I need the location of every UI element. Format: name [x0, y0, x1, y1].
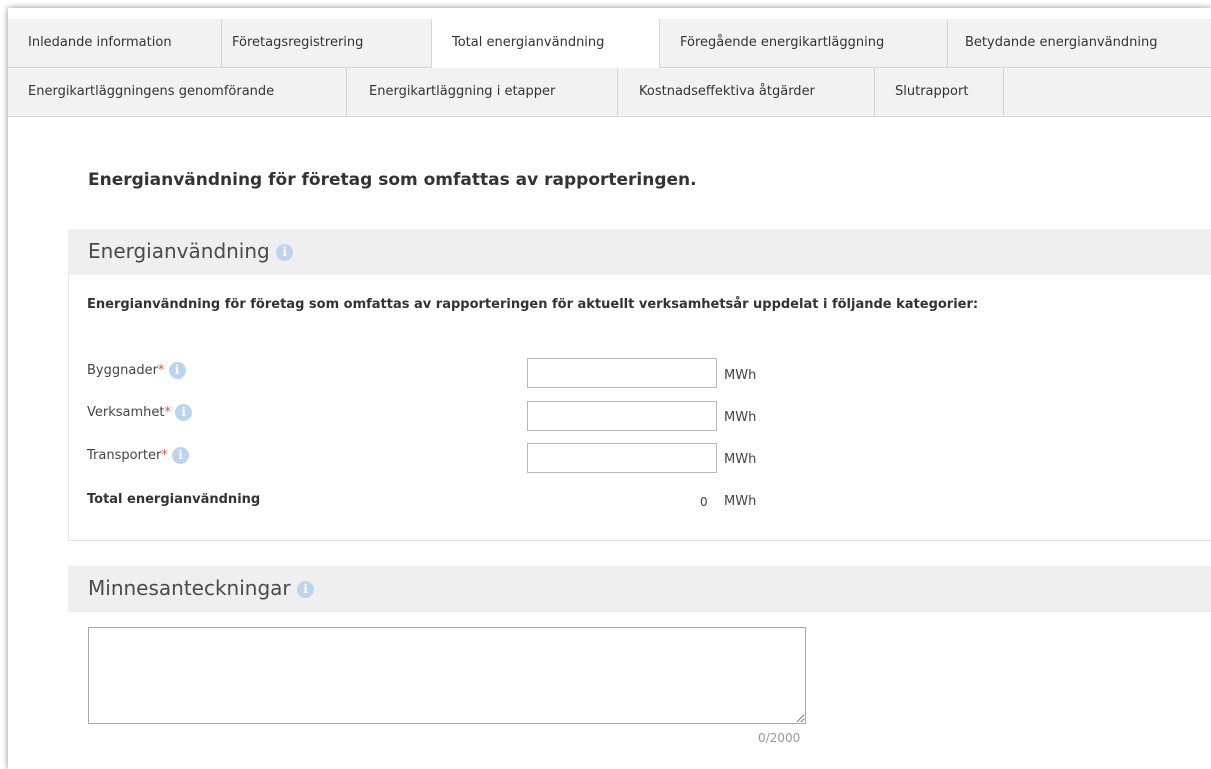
transporter-unit: MWh	[724, 452, 757, 467]
page-title: Energianvändning för företag som omfatta…	[88, 170, 697, 190]
byggnader-label-text: Byggnader	[87, 363, 158, 378]
tab-betydande-energianvandning[interactable]: Betydande energianvändning	[948, 19, 1211, 67]
total-energianvandning-label: Total energianvändning	[87, 492, 261, 507]
transporter-input[interactable]	[527, 443, 717, 473]
character-counter: 0/2000	[758, 731, 801, 745]
tab-bar-row-2: Energikartläggningens genomförande Energ…	[8, 68, 1211, 117]
tab-energikartlaggningens-genomforande[interactable]: Energikartläggningens genomförande	[8, 68, 347, 116]
info-icon[interactable]: i	[168, 362, 186, 379]
verksamhet-input[interactable]	[527, 401, 717, 431]
tab-label: Slutrapport	[895, 84, 969, 99]
notes-textarea[interactable]	[88, 627, 806, 724]
tab-label: Föregående energikartläggning	[680, 35, 885, 50]
tab-foretagsregistrering[interactable]: Företagsregistrering	[222, 19, 432, 67]
tab-bar-row-1: Inledande information Företagsregistreri…	[8, 19, 1211, 68]
tab-total-energianvandning[interactable]: Total energianvändning	[432, 19, 660, 68]
transporter-label: Transporter* i	[87, 447, 189, 464]
energy-section-title: Energianvändning i	[88, 239, 294, 263]
required-marker: *	[164, 405, 172, 420]
notes-section-title: Minnesanteckningar i	[88, 576, 314, 600]
byggnader-input[interactable]	[527, 358, 717, 388]
verksamhet-unit: MWh	[724, 410, 757, 425]
verksamhet-label-text: Verksamhet	[87, 405, 165, 420]
total-unit: MWh	[724, 494, 757, 509]
tab-inledande-information[interactable]: Inledande information	[8, 19, 222, 67]
total-energianvandning-value: 0	[700, 495, 708, 509]
tab-label: Inledande information	[28, 35, 172, 50]
tab-label: Total energianvändning	[452, 35, 605, 50]
info-icon[interactable]: i	[171, 447, 189, 464]
info-icon[interactable]: i	[297, 581, 314, 598]
tab-label: Kostnadseffektiva åtgärder	[639, 84, 815, 99]
tab-slutrapport[interactable]: Slutrapport	[875, 68, 1004, 116]
verksamhet-label: Verksamhet* i	[87, 404, 193, 421]
info-icon[interactable]: i	[276, 244, 294, 261]
required-marker: *	[161, 448, 168, 463]
tab-label: Energikartläggning i etapper	[369, 84, 556, 99]
notes-section-header: Minnesanteckningar i	[68, 566, 1211, 612]
tab-label: Energikartläggningens genomförande	[28, 84, 275, 99]
required-marker: *	[157, 363, 165, 378]
energy-section-title-text: Energianvändning	[88, 239, 270, 263]
transporter-label-text: Transporter	[87, 448, 162, 463]
energy-description: Energianvändning för företag som omfatta…	[87, 297, 979, 312]
tab-label: Betydande energianvändning	[965, 35, 1158, 50]
tab-foregaende-energikartlaggning[interactable]: Föregående energikartläggning	[660, 19, 948, 67]
notes-section-title-text: Minnesanteckningar	[88, 576, 291, 600]
tab-label: Företagsregistrering	[232, 35, 364, 50]
info-icon[interactable]: i	[175, 404, 193, 421]
tab-energikartlaggning-i-etapper[interactable]: Energikartläggning i etapper	[347, 68, 618, 116]
byggnader-unit: MWh	[724, 368, 757, 383]
app-frame: Inledande information Företagsregistreri…	[8, 8, 1211, 769]
energy-section-header: Energianvändning i	[68, 229, 1211, 275]
byggnader-label: Byggnader* i	[87, 362, 186, 379]
tab-kostnadseffektiva-atgarder[interactable]: Kostnadseffektiva åtgärder	[618, 68, 875, 116]
